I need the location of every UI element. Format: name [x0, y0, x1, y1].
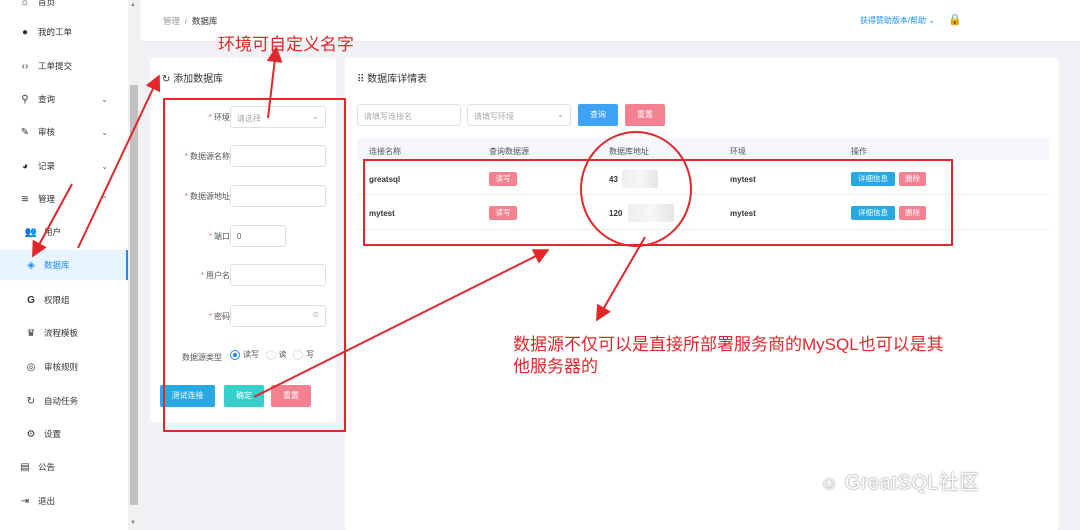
- env-arrow: [266, 46, 283, 119]
- address-highlight-ellipse: [580, 131, 692, 247]
- source-arrow-left: [253, 249, 550, 398]
- env-annotation: 环境可自定义名字: [218, 35, 354, 54]
- wechat-icon: ☺: [820, 473, 839, 493]
- source-arrow-down: [595, 236, 646, 322]
- watermark: ☺ GreatSQL社区: [820, 472, 980, 494]
- annotation-arrows: [32, 46, 692, 398]
- title-arrow: [77, 74, 161, 249]
- sidebar-arrow: [32, 183, 73, 258]
- source-annotation: 数据源不仅可以是直接所部署服务商的MySQL也可以是其 他服务器的: [513, 335, 944, 376]
